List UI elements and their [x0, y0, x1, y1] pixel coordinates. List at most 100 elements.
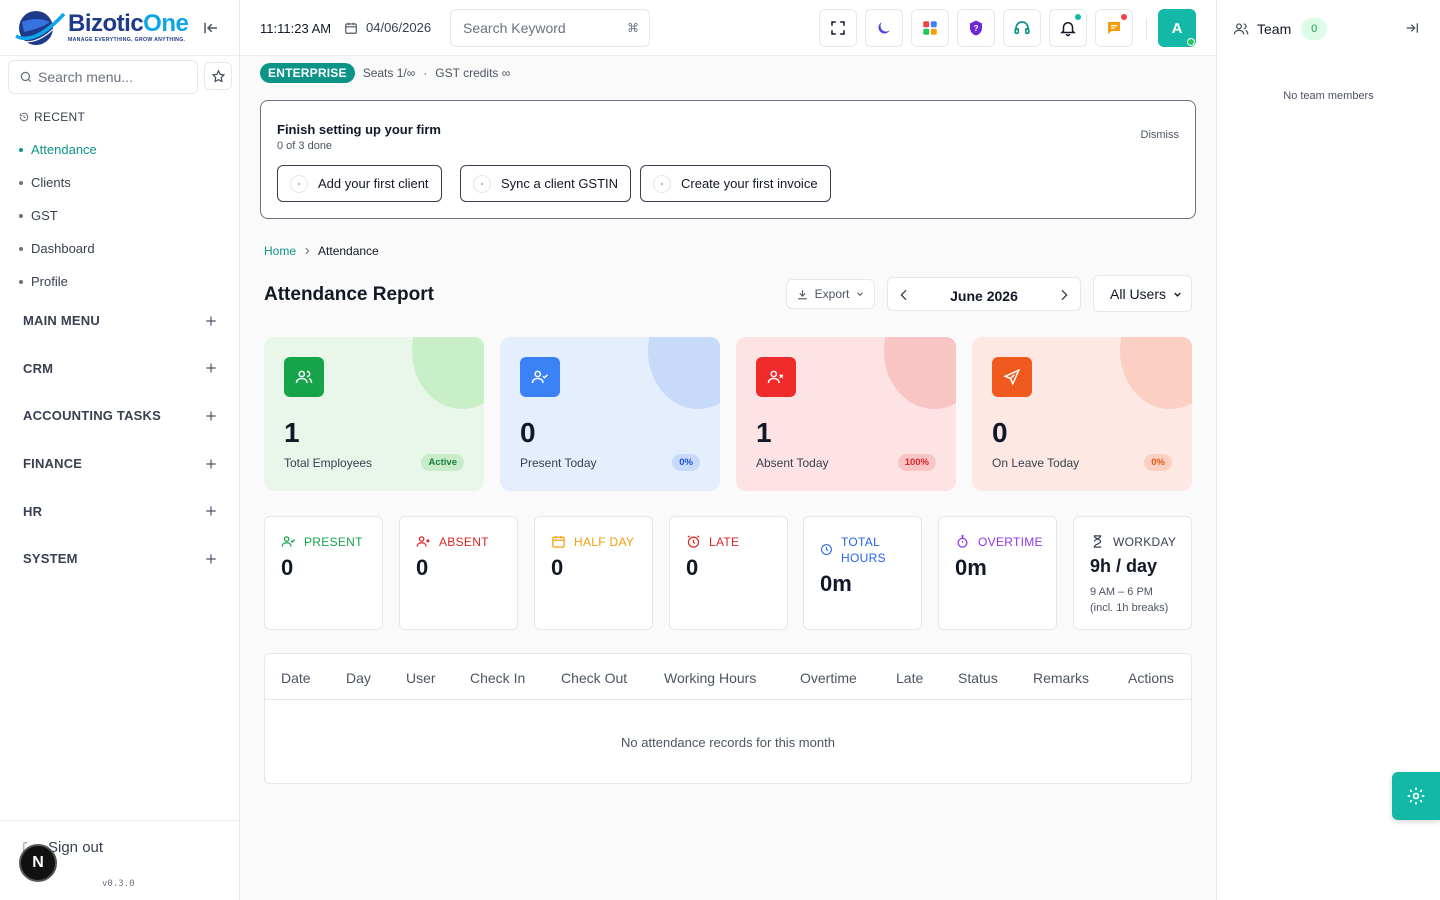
setup-title: Finish setting up your firm [277, 122, 441, 137]
column-header[interactable]: Remarks [1033, 670, 1089, 686]
percent-badge: 100% [897, 454, 936, 471]
column-header[interactable]: Actions [1128, 670, 1174, 686]
apps-grid-icon [923, 21, 937, 35]
fullscreen-icon [831, 21, 845, 35]
clock-icon [821, 544, 832, 555]
recent-item-profile[interactable]: Profile [19, 265, 97, 298]
metric-value: 0 [551, 555, 564, 580]
seats-info: Seats 1/∞ [362, 66, 416, 80]
apps-button[interactable] [911, 9, 949, 47]
stat-card-on-leave-today: 0 On Leave Today 0% [972, 337, 1192, 491]
topbar: 11:11:23 AM 04/06/2026 Search Keyword ⌘ … [240, 0, 1216, 56]
month-navigator: June 2026 [887, 277, 1081, 311]
create-first-invoice-button[interactable]: Create your first invoice [640, 165, 831, 202]
column-header[interactable]: Day [346, 670, 371, 686]
menu-search-input[interactable]: Search menu... [8, 60, 198, 94]
calendar-icon [345, 22, 357, 34]
column-header[interactable]: Check In [470, 670, 525, 686]
svg-text:?: ? [973, 24, 978, 33]
bell-icon [1060, 22, 1076, 37]
column-header[interactable]: Status [958, 670, 998, 686]
n-badge-button[interactable]: N [19, 844, 57, 882]
help-shield-icon: ? [970, 20, 982, 36]
page-title: Attendance Report [264, 284, 434, 305]
stat-card-total-employees: 1 Total Employees Active [264, 337, 484, 491]
breadcrumb-home[interactable]: Home [264, 244, 296, 258]
support-button[interactable] [1003, 9, 1041, 47]
history-icon [19, 112, 29, 122]
section-system[interactable]: SYSTEM [23, 535, 218, 583]
section-crm[interactable]: CRM [23, 345, 218, 393]
headset-icon [1014, 21, 1030, 35]
column-header[interactable]: User [406, 670, 436, 686]
stat-label: Total Employees [284, 456, 373, 470]
brand-name: BizoticOne [68, 9, 189, 37]
keyword-search-input[interactable]: Search Keyword ⌘ [450, 9, 650, 47]
table-header: Date Day User Check In Check Out Working… [265, 654, 1191, 700]
user-check-icon [281, 536, 296, 547]
column-header[interactable]: Check Out [561, 670, 627, 686]
recent-heading: RECENT [19, 110, 85, 124]
user-x-icon [756, 357, 796, 397]
export-button[interactable]: Export [786, 279, 875, 309]
recent-item-gst[interactable]: GST [19, 199, 97, 232]
metric-workday: WORKDAY 9h / day 9 AM – 6 PM (incl. 1h br… [1073, 516, 1192, 630]
hourglass-icon [1093, 535, 1102, 548]
search-icon [20, 71, 32, 83]
step-status-icon [653, 174, 671, 193]
section-accounting-tasks[interactable]: ACCOUNTING TASKS [23, 392, 218, 440]
metric-value: 9h / day [1090, 556, 1158, 576]
fullscreen-button[interactable] [819, 9, 857, 47]
section-finance[interactable]: FINANCE [23, 440, 218, 488]
column-header[interactable]: Overtime [800, 670, 857, 686]
plane-icon [992, 357, 1032, 397]
collapse-sidebar-icon[interactable] [202, 19, 220, 37]
help-button[interactable]: ? [957, 9, 995, 47]
collapse-panel-icon[interactable] [1404, 20, 1420, 36]
alarm-clock-icon [687, 535, 700, 548]
recent-item-dashboard[interactable]: Dashboard [19, 232, 97, 265]
recent-item-attendance[interactable]: Attendance [19, 133, 97, 166]
settings-button[interactable] [1392, 772, 1440, 820]
logo[interactable]: BizoticOne MANAGE EVERYTHING, GROW ANYTH… [0, 0, 239, 56]
step-status-icon [290, 174, 308, 193]
percent-badge: 0% [1144, 454, 1172, 471]
calendar-icon [552, 535, 565, 548]
percent-badge: 0% [672, 454, 700, 471]
user-avatar[interactable]: A [1158, 9, 1196, 47]
column-header[interactable]: Late [896, 670, 923, 686]
recent-item-clients[interactable]: Clients [19, 166, 97, 199]
user-x-icon [416, 536, 430, 547]
team-icon [1233, 23, 1249, 35]
favorites-button[interactable] [204, 62, 232, 90]
date-display: 04/06/2026 [344, 20, 431, 35]
stat-label: Present Today [520, 456, 597, 470]
metric-value: 0 [686, 555, 699, 580]
chevron-right-icon [305, 247, 310, 255]
globe-logo-icon [14, 6, 66, 50]
notifications-button[interactable] [1049, 9, 1087, 47]
column-header[interactable]: Working Hours [664, 670, 756, 686]
setup-checklist: Finish setting up your firm 0 of 3 done … [260, 100, 1196, 219]
plus-icon [206, 458, 216, 469]
metric-half-day: HALF DAY 0 [534, 516, 653, 630]
messages-button[interactable] [1095, 9, 1133, 47]
section-main-menu[interactable]: MAIN MENU [23, 297, 218, 345]
dismiss-button[interactable]: Dismiss [1141, 129, 1180, 141]
plan-info: ENTERPRISE Seats 1/∞ · GST credits ∞ [260, 63, 510, 83]
section-hr[interactable]: HR [23, 487, 218, 535]
metric-total-hours: TOTAL HOURS 0m [803, 516, 922, 630]
next-month-icon[interactable] [1056, 287, 1072, 303]
team-heading: Team 0 [1233, 18, 1328, 40]
user-filter-select[interactable]: All Users [1093, 275, 1192, 312]
stat-value: 1 [756, 417, 772, 448]
no-team-message: No team members [1283, 90, 1374, 102]
menu-sections: MAIN MENU CRM ACCOUNTING TASKS FINANCE H… [23, 297, 218, 583]
sync-gstin-button[interactable]: Sync a client GSTIN [460, 165, 632, 202]
column-header[interactable]: Date [281, 670, 311, 686]
chevron-down-icon [1174, 292, 1181, 297]
theme-toggle-button[interactable] [865, 9, 903, 47]
add-first-client-button[interactable]: Add your first client [277, 165, 442, 202]
workday-note: 9 AM – 6 PM (incl. 1h breaks) [1090, 586, 1169, 614]
user-check-icon [520, 357, 560, 397]
